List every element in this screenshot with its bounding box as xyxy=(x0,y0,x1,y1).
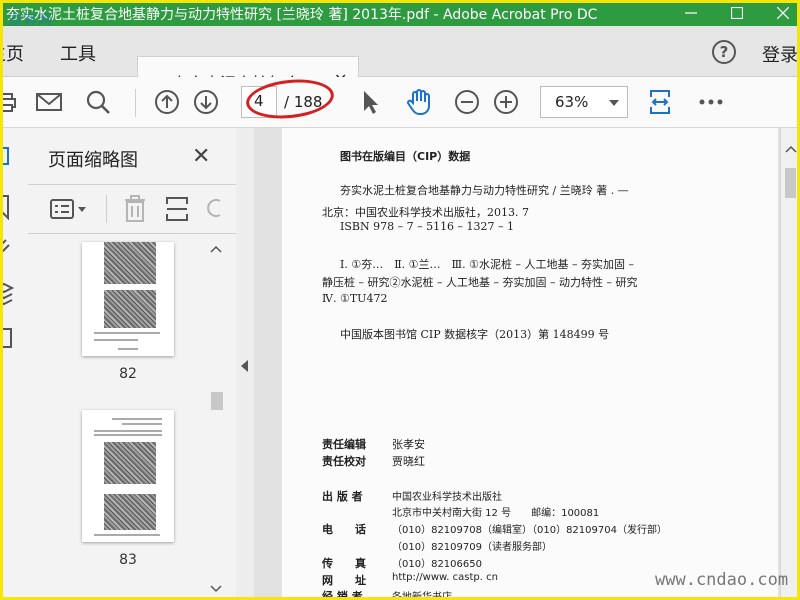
thumbnail-tools xyxy=(28,184,236,234)
tab-bar: 主页 工具 夯实水泥土桩复合... ✕ xyxy=(0,26,800,102)
tab-home[interactable]: 主页 xyxy=(0,40,24,66)
cip-line: 夯实水泥土桩复合地基静力与动力特性研究 / 兰晓玲 著 . — xyxy=(340,184,629,197)
signature-icon[interactable] xyxy=(0,326,14,350)
close-panel-icon[interactable]: ✕ xyxy=(192,144,210,169)
publisher-value: 北京市中关村南大街 12 号 邮编：100081 xyxy=(392,508,600,519)
credit-value: 张孝安 xyxy=(392,438,425,451)
tab-tools[interactable]: 工具 xyxy=(60,40,96,66)
print-icon[interactable] xyxy=(0,87,22,117)
thumbnail-scrollbar[interactable] xyxy=(209,244,223,600)
thumbnails-panel: 页面缩略图 ✕ 82 83 xyxy=(28,128,237,600)
page-thumbnails-icon[interactable] xyxy=(0,146,14,166)
chevron-left-icon xyxy=(241,360,248,372)
publisher-value: http://www. castp. cn xyxy=(392,572,498,583)
thumbnail-page-number: 82 xyxy=(119,366,137,382)
close-window-button[interactable] xyxy=(760,0,800,26)
title-bar: 夯实水泥土桩复合地基静力与动力特性研究 [兰晓玲 著] 2013年.pdf - … xyxy=(0,0,800,29)
cip-line: Ⅰ. ①夯… Ⅱ. ①兰… Ⅲ. ①水泥桩 – 人工地基 – 夯实加固 – xyxy=(340,258,634,271)
publisher-value: （010）82106650 xyxy=(392,559,482,570)
thumbnail-page[interactable] xyxy=(82,242,174,356)
thumbnail-page-number: 83 xyxy=(119,552,137,568)
select-cursor-icon[interactable] xyxy=(355,87,385,117)
zoom-value: 63% xyxy=(555,93,589,111)
maximize-icon xyxy=(731,7,743,19)
publisher-label: 传 真 xyxy=(322,557,366,570)
chevron-down-icon xyxy=(609,100,619,106)
cip-line: ISBN 978 – 7 – 5116 – 1327 – 1 xyxy=(340,220,515,233)
publisher-value: 各地新华书店 xyxy=(392,592,452,600)
publisher-label: 网 址 xyxy=(322,574,366,587)
publisher-label: 出 版 者 xyxy=(322,490,363,503)
chevron-up-icon[interactable] xyxy=(785,144,797,154)
navigation-rail xyxy=(0,128,29,600)
thumbnail-page[interactable] xyxy=(82,410,174,542)
next-page-icon[interactable] xyxy=(191,87,221,117)
toolbar xyxy=(0,77,800,128)
delete-icon[interactable] xyxy=(122,195,148,223)
publisher-label: 电 话 xyxy=(322,523,366,536)
thumbnail-options-icon[interactable] xyxy=(50,199,90,221)
publisher-value: 中国农业科学技术出版社 xyxy=(392,492,502,503)
undo-icon[interactable] xyxy=(204,197,226,221)
login-link[interactable]: 登录 xyxy=(762,41,798,67)
hand-tool-icon[interactable] xyxy=(404,87,434,117)
site-watermark: www.cndao.com xyxy=(655,570,789,590)
credit-label: 责任校对 xyxy=(322,455,366,468)
extract-pages-icon[interactable] xyxy=(164,195,190,223)
email-icon[interactable] xyxy=(34,87,64,117)
document-scrollbar[interactable] xyxy=(780,128,800,600)
panel-title: 页面缩略图 xyxy=(48,150,138,171)
layers-icon[interactable] xyxy=(0,282,14,306)
thumbnail-scroll-thumb[interactable] xyxy=(211,392,223,410)
pdf-page: 图书在版编目（CIP）数据 夯实水泥土桩复合地基静力与动力特性研究 / 兰晓玲 … xyxy=(282,128,778,600)
credit-label: 责任编辑 xyxy=(322,438,366,451)
chevron-up-icon[interactable] xyxy=(210,244,222,254)
close-icon xyxy=(777,7,789,19)
publisher-value: （010）82109708（编辑室）（010）82109704（发行部） xyxy=(392,525,667,536)
publisher-label: 经 销 者 xyxy=(322,590,363,600)
document-scroll-thumb[interactable] xyxy=(785,168,796,198)
minimize-button[interactable] xyxy=(668,0,714,26)
credit-value: 贾晓红 xyxy=(392,455,425,468)
help-icon[interactable]: ? xyxy=(712,40,736,64)
cip-line: 中国版本图书馆 CIP 数据核字（2013）第 148499 号 xyxy=(340,328,610,341)
cip-heading: 图书在版编目（CIP）数据 xyxy=(340,150,471,163)
cip-line: 静压桩 – 研究②水泥桩 – 人工地基 – 夯实加固 – 动力特性 – 研究 xyxy=(322,276,638,289)
zoom-select[interactable]: 63% xyxy=(540,86,628,118)
document-view[interactable]: 图书在版编目（CIP）数据 夯实水泥土桩复合地基静力与动力特性研究 / 兰晓玲 … xyxy=(254,128,780,600)
collapse-panel-handle[interactable] xyxy=(236,128,255,600)
attachment-icon[interactable] xyxy=(0,236,14,256)
minimize-icon xyxy=(685,12,697,14)
cip-line: 北京：中国农业科学技术出版社，2013. 7 xyxy=(322,206,529,219)
bookmark-icon[interactable] xyxy=(0,194,14,220)
publisher-value: （010）82109709（读者服务部） xyxy=(392,542,552,553)
zoom-in-icon[interactable] xyxy=(491,87,521,117)
window-title: 夯实水泥土桩复合地基静力与动力特性研究 [兰晓玲 著] 2013年.pdf - … xyxy=(6,7,598,23)
chevron-down-scroll-icon[interactable] xyxy=(210,584,222,594)
maximize-button[interactable] xyxy=(714,0,760,26)
previous-page-icon[interactable] xyxy=(152,87,182,117)
search-icon[interactable] xyxy=(83,87,113,117)
cip-line: Ⅳ. ①TU472 xyxy=(322,292,388,305)
zoom-out-icon[interactable] xyxy=(452,87,482,117)
fit-page-icon[interactable] xyxy=(645,87,675,117)
more-tools-icon[interactable] xyxy=(696,87,726,117)
